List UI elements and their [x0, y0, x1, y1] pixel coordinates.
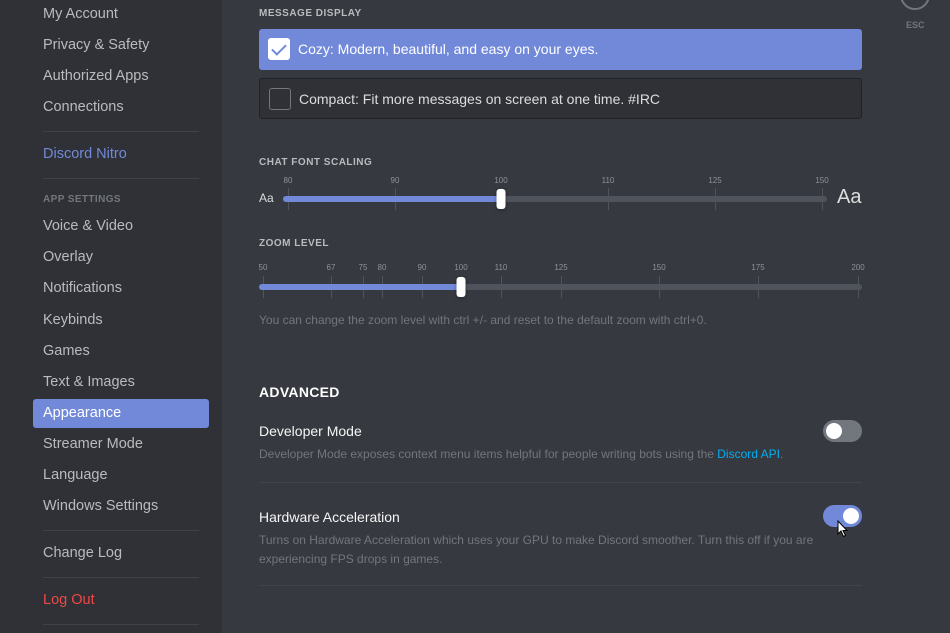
sidebar-item-connections[interactable]: Connections	[33, 93, 209, 122]
message-display-option-compact[interactable]: Compact: Fit more messages on screen at …	[259, 78, 862, 119]
divider	[259, 585, 862, 586]
slider-grabber[interactable]	[456, 277, 466, 297]
slider-tick-label: 125	[554, 263, 568, 272]
sidebar-header-app-settings: APP SETTINGS	[43, 194, 121, 205]
slider-tick-label: 80	[377, 263, 387, 272]
sidebar-item-language[interactable]: Language	[33, 461, 209, 490]
developer-mode-toggle[interactable]	[823, 420, 862, 442]
slider-tick-label: 175	[751, 263, 765, 272]
slider-tick-label: 150	[815, 176, 829, 185]
slider-tick-label: 90	[417, 263, 427, 272]
settings-sidebar: My Account Privacy & Safety Authorized A…	[0, 0, 222, 633]
slider-tick-label: 75	[358, 263, 368, 272]
sidebar-item-discord-nitro[interactable]: Discord Nitro	[33, 140, 209, 169]
sidebar-item-streamer-mode[interactable]: Streamer Mode	[33, 430, 209, 459]
sidebar-divider	[43, 131, 199, 132]
sidebar-divider	[43, 530, 199, 531]
slider-fill	[283, 196, 501, 202]
developer-mode-description: Developer Mode exposes context menu item…	[259, 445, 839, 464]
sidebar-divider	[43, 577, 199, 578]
sidebar-item-log-out[interactable]: Log Out	[33, 586, 209, 615]
sidebar-divider	[43, 178, 199, 179]
mouse-pointer-icon	[837, 520, 849, 538]
discord-api-link[interactable]: Discord API	[717, 447, 780, 461]
zoom-level-title: ZOOM LEVEL	[259, 238, 329, 249]
sidebar-item-my-account[interactable]: My Account	[33, 0, 209, 29]
sidebar-item-windows-settings[interactable]: Windows Settings	[33, 492, 209, 521]
toggle-knob	[826, 423, 842, 439]
zoom-hint: You can change the zoom level with ctrl …	[259, 313, 707, 327]
slider-tick-label: 150	[652, 263, 666, 272]
slider-tick-label: 100	[494, 176, 508, 185]
sidebar-item-appearance[interactable]: Appearance	[33, 399, 209, 428]
option-label: Compact: Fit more messages on screen at …	[299, 91, 661, 107]
esc-label: ESC	[906, 20, 925, 30]
checkbox-checked-icon[interactable]	[268, 38, 290, 60]
slider-tick-label: 80	[283, 176, 293, 185]
sidebar-item-change-log[interactable]: Change Log	[33, 539, 209, 568]
sidebar-item-privacy-safety[interactable]: Privacy & Safety	[33, 31, 209, 60]
checkbox-unchecked-icon[interactable]	[269, 88, 291, 110]
sidebar-item-authorized-apps[interactable]: Authorized Apps	[33, 62, 209, 91]
message-display-title: MESSAGE DISPLAY	[259, 8, 362, 19]
font-scaling-title: CHAT FONT SCALING	[259, 157, 373, 168]
slider-tick-label: 125	[708, 176, 722, 185]
developer-mode-desc-suffix: .	[779, 447, 784, 461]
divider	[259, 482, 862, 483]
developer-mode-title: Developer Mode	[259, 423, 362, 439]
slider-tick-label: 67	[326, 263, 336, 272]
slider-tick-label: 110	[601, 176, 615, 185]
message-display-option-cozy[interactable]: Cozy: Modern, beautiful, and easy on you…	[259, 29, 862, 70]
sidebar-item-notifications[interactable]: Notifications	[33, 274, 209, 303]
slider-grabber[interactable]	[496, 189, 506, 209]
sidebar-item-text-images[interactable]: Text & Images	[33, 368, 209, 397]
font-scale-small-label: Aa	[259, 191, 274, 205]
sidebar-item-keybinds[interactable]: Keybinds	[33, 306, 209, 335]
slider-fill	[259, 284, 461, 290]
slider-tick-label: 50	[258, 263, 268, 272]
slider-tick-label: 110	[494, 263, 508, 272]
slider-tick-label: 200	[851, 263, 865, 272]
hardware-acceleration-title: Hardware Acceleration	[259, 509, 400, 525]
sidebar-item-voice-video[interactable]: Voice & Video	[33, 212, 209, 241]
advanced-title: ADVANCED	[259, 384, 340, 400]
sidebar-item-games[interactable]: Games	[33, 337, 209, 366]
font-scale-large-label: Aa	[837, 186, 862, 208]
sidebar-divider	[43, 624, 199, 625]
close-icon[interactable]	[900, 0, 930, 10]
slider-tick-label: 100	[454, 263, 468, 272]
option-label: Cozy: Modern, beautiful, and easy on you…	[298, 41, 599, 57]
hardware-acceleration-description: Turns on Hardware Acceleration which use…	[259, 533, 814, 566]
sidebar-item-overlay[interactable]: Overlay	[33, 243, 209, 272]
slider-tick-label: 90	[390, 176, 400, 185]
developer-mode-desc-text: Developer Mode exposes context menu item…	[259, 447, 718, 461]
